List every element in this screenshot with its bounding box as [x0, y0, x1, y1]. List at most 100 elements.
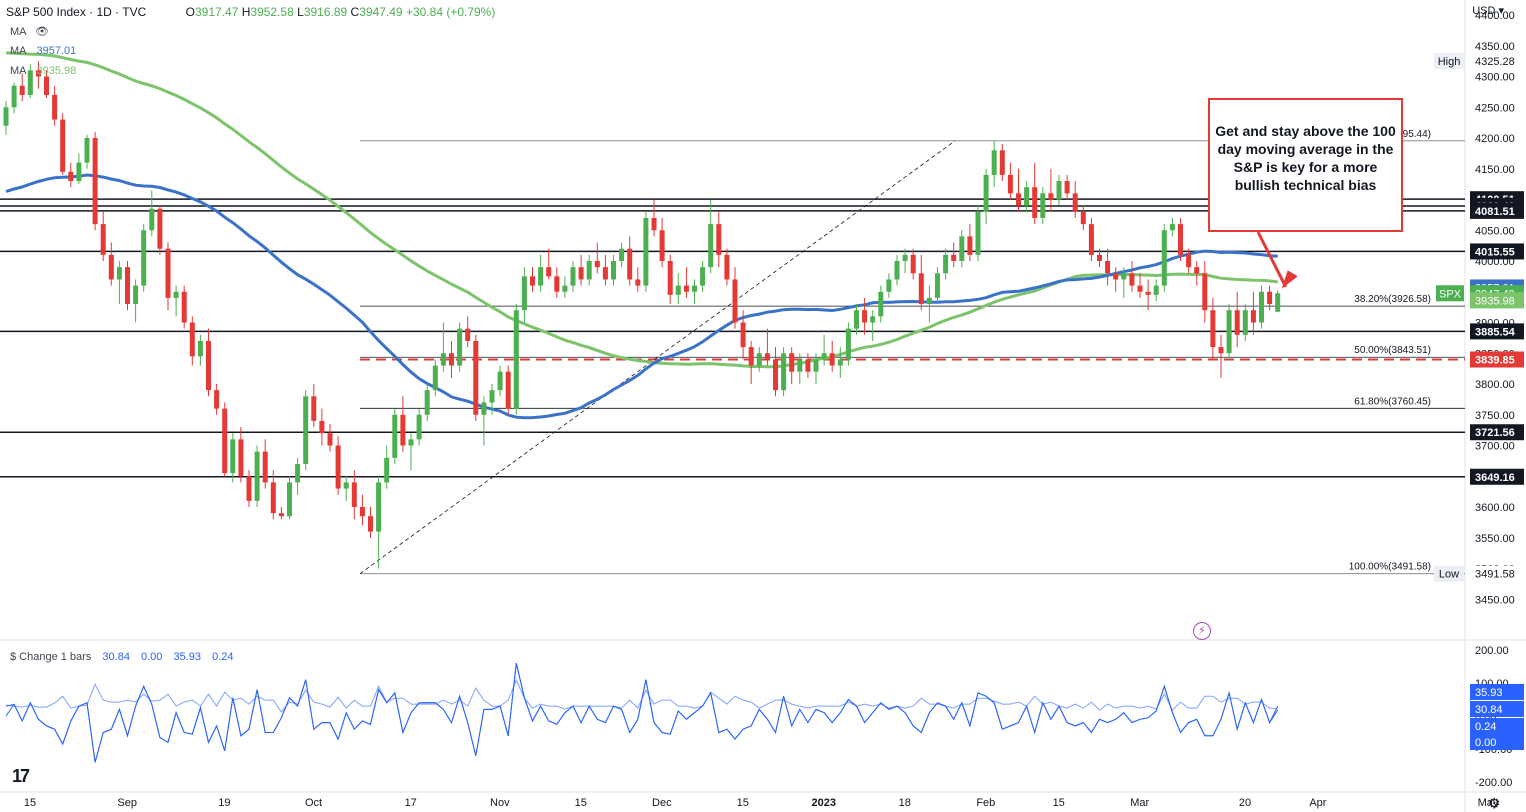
candle-body — [829, 353, 835, 366]
price-tick-label: 3800.00 — [1475, 379, 1515, 391]
candle-body — [505, 371, 511, 409]
candle-body — [1113, 273, 1119, 280]
price-label-text: 3721.56 — [1475, 427, 1515, 439]
candle-body — [959, 236, 965, 261]
candle-body — [878, 291, 884, 317]
candle-body — [611, 261, 616, 280]
candle-body — [92, 138, 98, 225]
candle-body — [935, 273, 940, 298]
price-tick-label: 3450.00 — [1475, 594, 1515, 606]
candle-body — [837, 359, 843, 366]
candle-body — [440, 353, 446, 366]
candle-body — [716, 224, 722, 255]
price-label-text: 3885.54 — [1475, 326, 1516, 338]
price-label-text: 4015.55 — [1475, 246, 1515, 258]
candle-body — [627, 248, 633, 280]
candle-body — [1105, 261, 1111, 274]
price-label-text: 3935.98 — [1475, 295, 1515, 307]
candle-body — [789, 353, 795, 372]
time-tick-label: Dec — [652, 797, 672, 809]
candle-body — [1275, 293, 1281, 312]
price-tick-label: 4300.00 — [1475, 72, 1515, 84]
ma-blank-row[interactable]: MA 👁︎ — [10, 25, 49, 38]
candle-body — [222, 408, 228, 474]
candle-body — [44, 76, 49, 95]
candle-body — [497, 371, 503, 391]
candle-body — [1137, 285, 1143, 292]
price-tick-label: 4150.00 — [1475, 164, 1515, 176]
candle-body — [538, 267, 544, 286]
candle-body — [1259, 291, 1264, 323]
price-tag-text: High — [1438, 56, 1461, 68]
price-tick-label: 3700.00 — [1475, 441, 1515, 453]
annotation-callout[interactable]: Get and stay above the 100 day moving av… — [1208, 98, 1403, 232]
candle-body — [724, 254, 730, 280]
osc-label-text: 0.24 — [1475, 721, 1496, 733]
candle-body — [635, 279, 641, 286]
candle-body — [1202, 273, 1208, 311]
visibility-off-icon[interactable]: 👁︎ — [35, 26, 49, 38]
candle-body — [149, 208, 155, 231]
price-tick-label: 4350.00 — [1475, 41, 1515, 53]
time-tick-label: 2023 — [812, 797, 836, 809]
candle-body — [1121, 273, 1127, 280]
candle-body — [214, 390, 220, 409]
time-tick-label: 17 — [405, 797, 417, 809]
candle-body — [805, 359, 811, 372]
currency-selector[interactable]: USD ▾ — [1472, 4, 1504, 17]
candle-body — [1267, 291, 1273, 305]
candle-body — [1072, 193, 1078, 212]
candle-body — [206, 340, 211, 391]
candle-body — [732, 279, 738, 323]
candle-body — [1250, 310, 1256, 323]
time-tick-label: Sep — [117, 797, 137, 809]
symbol-title[interactable]: S&P 500 Index · 1D · TVC — [6, 5, 146, 19]
candle-body — [173, 291, 179, 298]
candle-body — [465, 328, 471, 341]
candle-body — [602, 267, 608, 280]
candle-body — [68, 171, 74, 182]
candle-body — [392, 414, 398, 458]
time-tick-label: Apr — [1309, 797, 1326, 809]
candle-body — [1056, 181, 1062, 200]
oscillator-line — [5, 662, 1279, 763]
time-tick-label: 15 — [24, 797, 36, 809]
candle-body — [11, 85, 17, 108]
candle-body — [3, 107, 9, 126]
lightning-icon[interactable]: ⚡︎ — [1193, 622, 1211, 640]
ma-200-row[interactable]: MA 3935.98 — [10, 65, 76, 77]
candle-body — [554, 276, 560, 292]
ma-200-line — [5, 51, 1278, 369]
candle-body — [659, 230, 665, 261]
time-tick-label: 18 — [899, 797, 911, 809]
gear-icon[interactable]: ⚙ — [1488, 795, 1501, 812]
candle-body — [246, 476, 252, 501]
candle-body — [416, 414, 422, 440]
candle-body — [1088, 224, 1094, 255]
price-label-text: 4081.51 — [1475, 206, 1515, 218]
candle-body — [894, 261, 900, 280]
candle-body — [797, 359, 803, 372]
candle-body — [368, 516, 373, 532]
candle-body — [319, 420, 325, 434]
candle-body — [675, 285, 681, 295]
ma-100-row[interactable]: MA 3957.01 — [10, 45, 76, 57]
candle-body — [530, 276, 535, 286]
candle-body — [781, 353, 787, 391]
candle-body — [918, 273, 924, 305]
time-tick-label: Nov — [490, 797, 510, 809]
candle-body — [376, 482, 382, 532]
candle-body — [1024, 187, 1030, 206]
candle-body — [1153, 285, 1159, 295]
candle-body — [125, 267, 130, 305]
candle-body — [1226, 310, 1232, 354]
candle-body — [692, 285, 697, 292]
candle-body — [1097, 254, 1102, 261]
candle-body — [1242, 310, 1248, 335]
time-tick-label: 15 — [575, 797, 587, 809]
candle-body — [926, 297, 932, 305]
candle-body — [335, 445, 341, 489]
time-tick-label: Oct — [305, 797, 322, 809]
candle-body — [683, 285, 689, 292]
oscillator-header: $ Change 1 bars 30.84 0.00 35.93 0.24 — [10, 651, 234, 663]
